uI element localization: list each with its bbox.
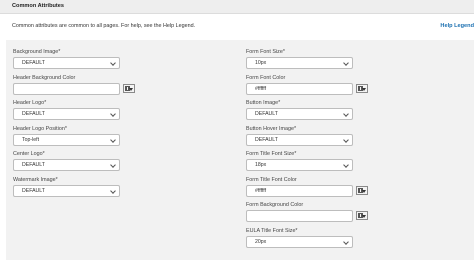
form-title-font-color-value: #ffffff — [255, 187, 267, 194]
header-background-color-input[interactable] — [13, 82, 120, 95]
form-font-color-label: Form Font Color — [246, 74, 286, 81]
chevron-down-icon — [343, 162, 349, 168]
button-image-field: Button Image* DEFAULT — [246, 99, 368, 125]
button-hover-image-field: Button Hover Image* DEFAULT — [246, 125, 368, 151]
intro-text: Common attributes are common to all page… — [12, 23, 196, 29]
header-logo-field: Header Logo* DEFAULT — [13, 99, 135, 125]
eula-title-font-size-field: EULA Title Font Size* 20px — [246, 227, 368, 253]
caret-down-icon — [362, 87, 366, 91]
form-background-color-label: Form Background Color — [246, 202, 304, 208]
header-background-color-label: Header Background Color — [13, 74, 76, 81]
background-image-select[interactable]: DEFAULT — [13, 57, 120, 69]
button-hover-image-value: DEFAULT — [255, 136, 278, 143]
chevron-down-icon — [343, 111, 349, 117]
section-header: Common Attributes — [0, 0, 474, 14]
form-font-size-field: Form Font Size* 10px — [246, 48, 368, 74]
chevron-down-icon — [343, 136, 349, 143]
color-picker-icon[interactable] — [356, 83, 368, 93]
center-logo-select[interactable]: DEFAULT — [13, 159, 120, 171]
form-title-font-size-field: Form Title Font Size* 18px — [246, 150, 368, 176]
watermark-image-value: DEFAULT — [22, 187, 45, 194]
color-picker-icon[interactable] — [356, 211, 368, 220]
header-logo-select[interactable]: DEFAULT — [13, 108, 120, 120]
chevron-down-icon — [343, 60, 349, 66]
chevron-down-icon — [110, 187, 116, 194]
help-legend-link[interactable]: Help Legend — [440, 23, 474, 29]
eula-title-font-size-value: 20px — [255, 238, 267, 245]
attributes-panel: Background Image* DEFAULT Header Backgroun… — [6, 40, 474, 260]
header-background-color-field: Header Background Color — [13, 74, 135, 100]
form-font-color-value: #ffffff — [255, 85, 267, 92]
caret-down-icon — [129, 87, 133, 91]
chevron-down-icon — [343, 238, 349, 245]
header-logo-value: DEFAULT — [22, 111, 45, 117]
chevron-down-icon — [110, 162, 116, 168]
button-image-label: Button Image* — [246, 100, 281, 106]
form-font-color-field: Form Font Color #ffffff — [246, 74, 368, 100]
button-image-select[interactable]: DEFAULT — [246, 108, 353, 120]
form-background-color-input[interactable] — [246, 210, 353, 222]
chevron-down-icon — [110, 60, 116, 66]
form-title-font-size-label: Form Title Font Size* — [246, 151, 297, 157]
center-logo-field: Center Logo* DEFAULT — [13, 150, 135, 176]
center-logo-value: DEFAULT — [22, 162, 45, 168]
button-image-value: DEFAULT — [255, 111, 278, 117]
eula-title-font-size-select[interactable]: 20px — [246, 235, 353, 248]
form-background-color-field: Form Background Color — [246, 201, 368, 227]
button-hover-image-select[interactable]: DEFAULT — [246, 133, 353, 146]
button-hover-image-label: Button Hover Image* — [246, 125, 297, 132]
header-logo-position-select[interactable]: Top-left — [13, 133, 120, 146]
background-image-value: DEFAULT — [22, 60, 45, 66]
right-column: Form Font Size* 10px Form Font Color #fffff… — [246, 48, 368, 252]
chevron-down-icon — [110, 111, 116, 117]
form-title-font-size-value: 18px — [255, 162, 267, 168]
header-logo-label: Header Logo* — [13, 100, 47, 106]
caret-down-icon — [362, 189, 366, 193]
form-title-font-size-select[interactable]: 18px — [246, 159, 353, 171]
form-title-font-color-field: Form Title Font Color #ffffff — [246, 176, 368, 202]
header-logo-position-label: Header Logo Position* — [13, 125, 67, 132]
header-logo-position-value: Top-left — [22, 136, 40, 143]
watermark-image-select[interactable]: DEFAULT — [13, 184, 120, 197]
form-title-font-color-label: Form Title Font Color — [246, 176, 297, 183]
form-font-size-value: 10px — [255, 60, 267, 66]
eula-title-font-size-label: EULA Title Font Size* — [246, 227, 298, 234]
form-font-color-input[interactable]: #ffffff — [246, 82, 353, 95]
color-picker-icon[interactable] — [356, 185, 368, 195]
header-logo-position-field: Header Logo Position* Top-left — [13, 125, 135, 151]
background-image-field: Background Image* DEFAULT — [13, 48, 135, 74]
form-font-size-label: Form Font Size* — [246, 49, 285, 55]
color-picker-icon[interactable] — [123, 83, 135, 93]
chevron-down-icon — [110, 136, 116, 143]
form-font-size-select[interactable]: 10px — [246, 57, 353, 69]
section-title: Common Attributes — [12, 3, 64, 9]
center-logo-label: Center Logo* — [13, 151, 45, 157]
left-column: Background Image* DEFAULT Header Backgroun… — [13, 48, 135, 201]
background-image-label: Background Image* — [13, 49, 61, 55]
caret-down-icon — [362, 215, 366, 218]
form-title-font-color-input[interactable]: #ffffff — [246, 184, 353, 197]
watermark-image-field: Watermark Image* DEFAULT — [13, 176, 135, 202]
watermark-image-label: Watermark Image* — [13, 176, 58, 183]
